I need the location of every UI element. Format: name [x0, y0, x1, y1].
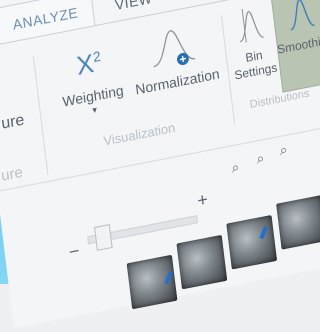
- partial-button-label: ure: [0, 111, 26, 133]
- smoothing-curve-icon: [271, 0, 320, 39]
- bin-settings-button[interactable]: Bin Settings: [226, 1, 278, 83]
- thumbnail-marker-icon: [164, 271, 173, 285]
- group-separator: [32, 55, 49, 175]
- group-label-distributions: Distributions: [249, 87, 311, 112]
- chi-square-icon: X2: [52, 36, 125, 85]
- smoothing-button[interactable]: Smoothing: [271, 0, 320, 58]
- group-label-visualization: Visualization: [102, 119, 176, 149]
- normalization-button[interactable]: Normalization: [128, 17, 220, 98]
- weighting-superscript: 2: [92, 47, 102, 66]
- zoom-reset-icon[interactable]: ⌕: [279, 141, 289, 159]
- image-thumbnail[interactable]: [176, 234, 228, 290]
- zoom-fit-icon[interactable]: ⌕: [230, 158, 240, 176]
- zoom-out-button[interactable]: −: [68, 240, 81, 263]
- zoom-region-icon[interactable]: ⌕: [256, 149, 266, 167]
- app-window: ANALYZE VIEW ure ure X2 Weighting ▼ Norm…: [0, 0, 320, 329]
- partial-group-label: ure: [0, 163, 24, 185]
- weighting-button[interactable]: X2 Weighting ▼: [52, 36, 129, 121]
- bin-settings-icon: [226, 1, 274, 49]
- image-thumbnail[interactable]: [226, 214, 278, 270]
- tab-view[interactable]: VIEW: [114, 0, 153, 13]
- partial-ribbon-button[interactable]: ure: [0, 111, 33, 134]
- image-thumbnail[interactable]: [126, 254, 178, 310]
- zoom-in-button[interactable]: +: [196, 189, 209, 212]
- zoom-slider-thumb[interactable]: [94, 224, 113, 251]
- image-thumbnail[interactable]: [276, 195, 320, 250]
- thumbnail-marker-icon: [259, 226, 268, 240]
